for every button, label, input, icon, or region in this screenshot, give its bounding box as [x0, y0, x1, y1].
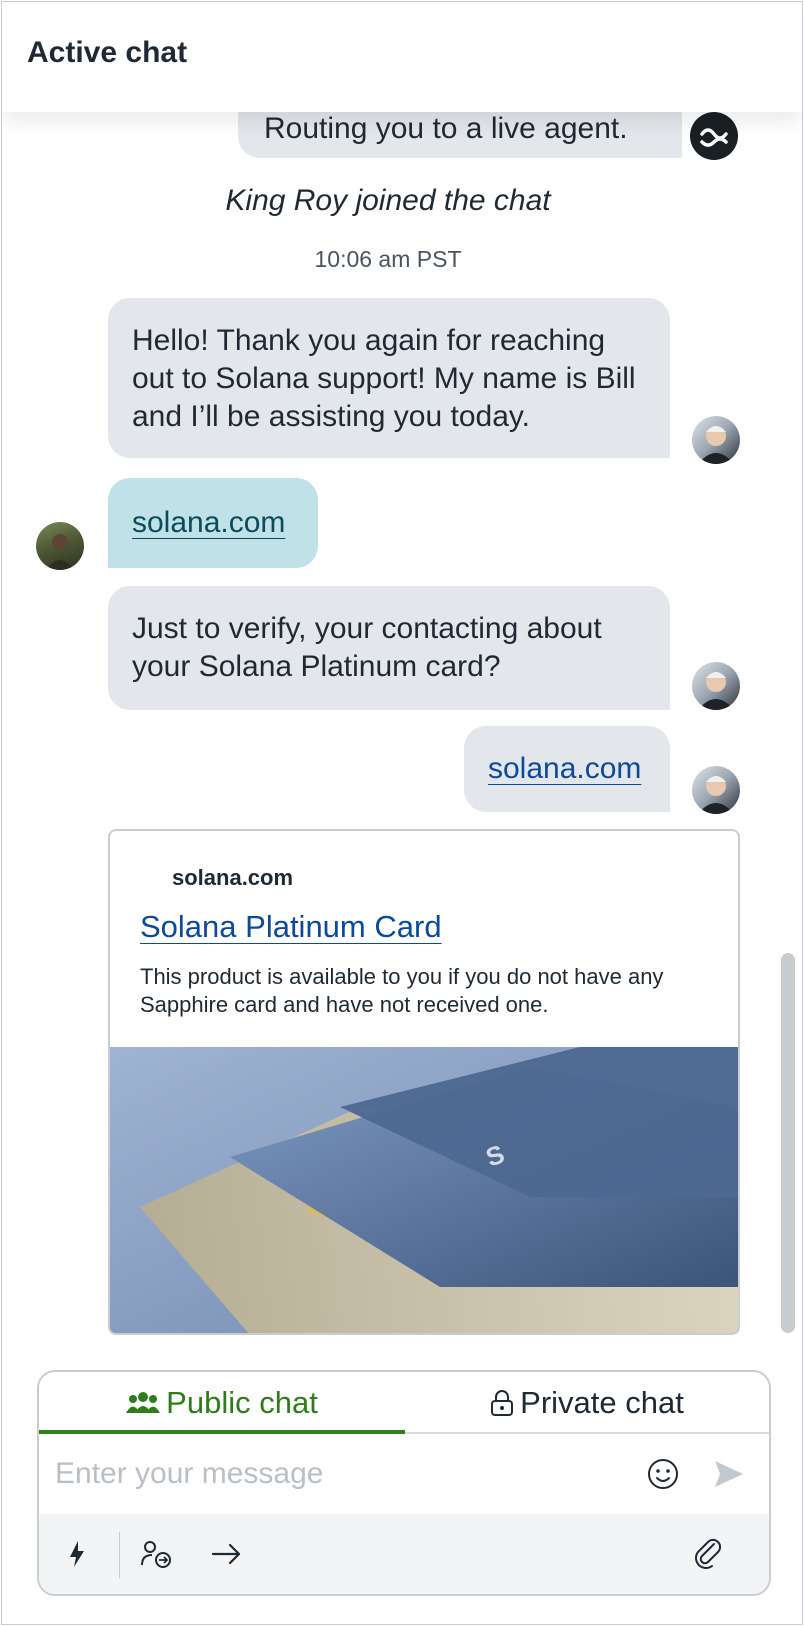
link-preview-title[interactable]: Solana Platinum Card — [140, 909, 442, 945]
composer-toolbar — [39, 1514, 769, 1594]
customer-link-message: solana.com — [108, 478, 318, 568]
message-input[interactable] — [55, 1446, 595, 1502]
emoji-icon — [648, 1459, 678, 1489]
event-timestamp: 10:06 am PST — [314, 246, 462, 272]
agent-link-message: solana.com — [464, 726, 670, 812]
agent-photo-icon — [698, 672, 734, 710]
customer-avatar — [36, 522, 84, 570]
agent-shared-link[interactable]: solana.com — [488, 752, 641, 785]
paperclip-icon — [695, 1538, 722, 1569]
link-preview-card[interactable]: solana.com Solana Platinum Card This pro… — [108, 829, 740, 1335]
message-composer: Public chat Private chat — [37, 1370, 771, 1596]
bot-avatar — [690, 112, 738, 160]
tab-public-chat[interactable]: Public chat — [39, 1372, 405, 1434]
scrollbar-thumb[interactable] — [781, 953, 795, 1333]
tab-private-label: Private chat — [520, 1385, 684, 1420]
link-preview-domain: solana.com — [172, 865, 294, 890]
credit-cards-photo: S — [110, 1047, 738, 1333]
chat-mode-tabs: Public chat Private chat — [39, 1372, 769, 1434]
send-icon — [715, 1461, 743, 1487]
link-preview-description: This product is available to you if you … — [140, 964, 664, 1017]
toolbar-divider — [119, 1532, 120, 1578]
customer-photo-icon — [46, 534, 74, 570]
chat-window: Active chat Routing you to a live agent.… — [1, 1, 803, 1625]
bot-routing-message: Routing you to a live agent. — [238, 112, 682, 158]
arrow-right-icon — [211, 1543, 241, 1565]
tab-private-chat[interactable]: Private chat — [405, 1372, 769, 1434]
agent-greeting-text: Hello! Thank you again for reaching out … — [132, 324, 636, 433]
agent-avatar — [692, 766, 740, 814]
agent-verify-text: Just to verify, your contacting about yo… — [132, 612, 602, 683]
page-title: Active chat — [27, 36, 188, 69]
transfer-button[interactable] — [137, 1534, 177, 1574]
people-icon — [126, 1391, 161, 1415]
bot-routing-text: Routing you to a live agent. — [264, 112, 628, 145]
agent-photo-icon — [698, 776, 734, 814]
lock-icon — [490, 1389, 514, 1417]
wave-logo-icon — [700, 128, 728, 147]
lightning-icon — [70, 1541, 84, 1567]
tab-public-label: Public chat — [166, 1385, 318, 1420]
chat-header: Active chat — [2, 2, 802, 112]
message-input-row — [39, 1434, 769, 1514]
attach-button[interactable] — [689, 1534, 729, 1574]
agent-verify-message: Just to verify, your contacting about yo… — [108, 586, 670, 710]
emoji-button[interactable] — [643, 1454, 683, 1494]
agent-avatar — [692, 662, 740, 710]
agent-photo-icon — [698, 426, 734, 464]
forward-button[interactable] — [207, 1534, 247, 1574]
customer-shared-link[interactable]: solana.com — [132, 506, 285, 539]
transfer-icon — [141, 1541, 171, 1568]
agent-joined-event: King Roy joined the chat — [225, 184, 551, 217]
send-button[interactable] — [709, 1454, 749, 1494]
agent-greeting-message: Hello! Thank you again for reaching out … — [108, 298, 670, 458]
quick-reply-button[interactable] — [57, 1534, 97, 1574]
agent-avatar — [692, 416, 740, 464]
